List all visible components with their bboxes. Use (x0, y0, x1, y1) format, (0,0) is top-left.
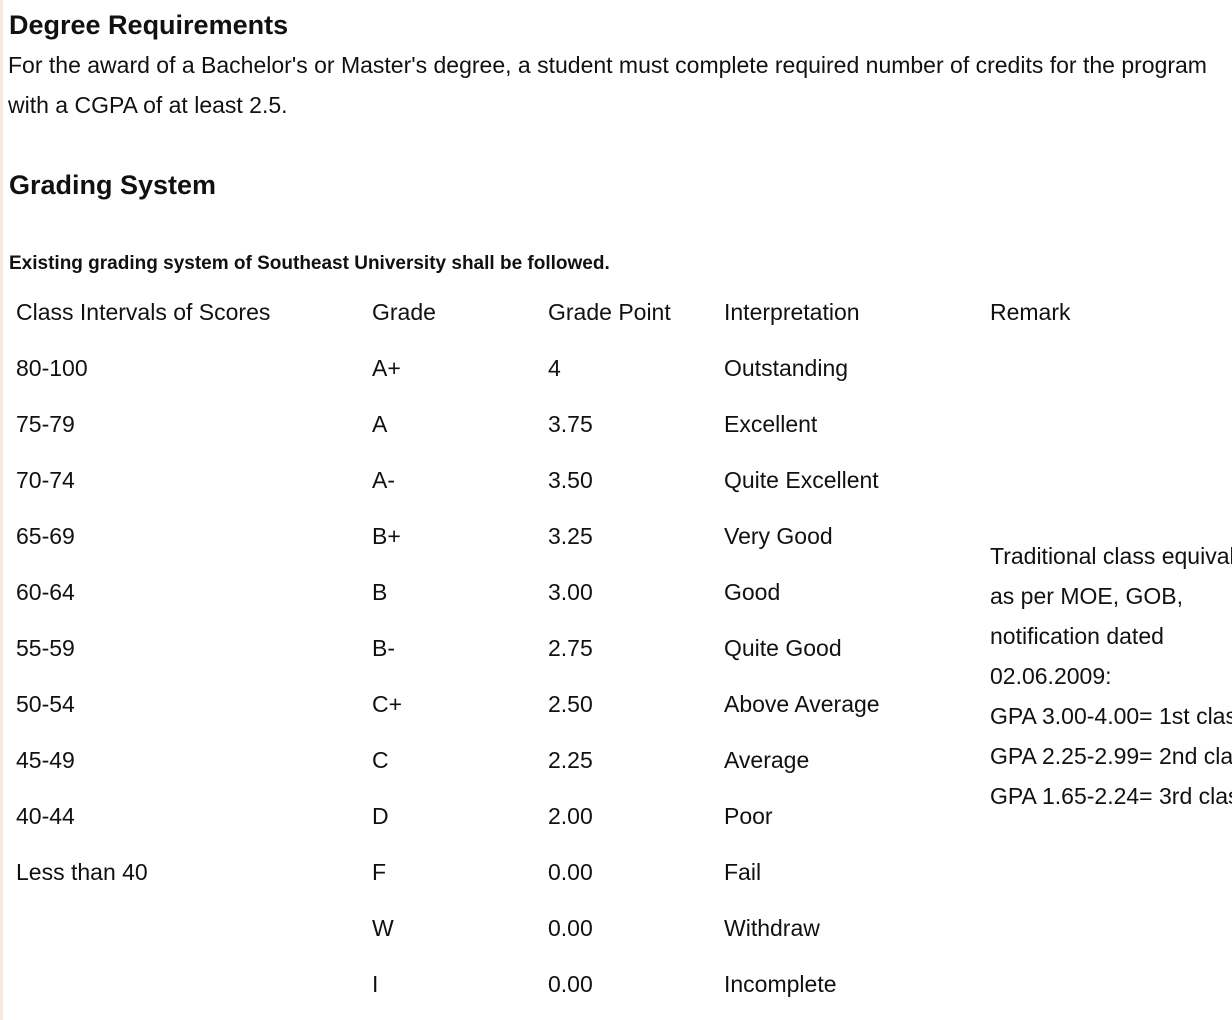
score-interval-cell: 75-79 (16, 411, 75, 437)
remark-cell: Traditional class equivalence as per MOE,… (990, 536, 1232, 816)
grade-cell: A (372, 411, 388, 437)
grade-point-cell: 3.25 (548, 523, 593, 549)
grade-point-cell: 0.00 (548, 859, 593, 885)
remark-line: notification dated (990, 623, 1164, 649)
grade-point-cell: 2.75 (548, 635, 593, 661)
grade-cell: C+ (372, 691, 403, 717)
interpretation-cell: Quite Excellent (724, 467, 879, 493)
grade-cell: F (372, 859, 387, 885)
remark-line: GPA 3.00-4.00= 1st class (990, 703, 1232, 729)
remark-line: Traditional class equivalence (990, 543, 1232, 569)
grade-point-cell: 0.00 (548, 915, 593, 941)
score-interval-cell: 60-64 (16, 579, 75, 605)
interpretation-cell: Above Average (724, 691, 880, 717)
score-interval-cell: 70-74 (16, 467, 75, 493)
grade-cell: I (372, 971, 379, 997)
interpretation-cell: Incomplete (724, 971, 837, 997)
grade-cell: B- (372, 635, 395, 661)
col-header-interpretation: Interpretation (724, 299, 860, 325)
grade-point-cell: 2.50 (548, 691, 593, 717)
grade-point-cell: 3.50 (548, 467, 593, 493)
col-header-interval: Class Intervals of Scores (16, 299, 271, 325)
score-interval-cell: 65-69 (16, 523, 75, 549)
remark-line: 02.06.2009: (990, 663, 1112, 689)
grade-point-cell: 2.00 (548, 803, 593, 829)
grading-table: Class Intervals of Scores Grade Grade Poin… (0, 0, 1232, 1020)
grade-cell: B+ (372, 523, 401, 549)
grade-cell: A+ (372, 355, 401, 381)
interpretation-cell: Average (724, 747, 810, 773)
score-interval-cell: 40-44 (16, 803, 75, 829)
grade-cell: D (372, 803, 389, 829)
col-header-grade-point: Grade Point (548, 299, 671, 325)
grade-cell: B (372, 579, 388, 605)
grade-point-cell: 0.00 (548, 971, 593, 997)
grade-point-cell: 4 (548, 355, 561, 381)
interpretation-cell: Quite Good (724, 635, 842, 661)
grade-cell: A- (372, 467, 395, 493)
remark-line: as per MOE, GOB, (990, 583, 1183, 609)
col-header-remark: Remark (990, 299, 1071, 325)
grade-point-cell: 3.00 (548, 579, 593, 605)
remark-line: GPA 2.25-2.99= 2nd class (990, 743, 1232, 769)
interpretation-cell: Withdraw (724, 915, 820, 941)
score-interval-cell: 45-49 (16, 747, 75, 773)
interpretation-cell: Good (724, 579, 781, 605)
interpretation-cell: Outstanding (724, 355, 849, 381)
grade-cell: C (372, 747, 389, 773)
interpretation-cell: Excellent (724, 411, 818, 437)
remark-line: GPA 1.65-2.24= 3rd class (990, 783, 1232, 809)
score-interval-cell: Less than 40 (16, 859, 148, 885)
col-header-grade: Grade (372, 299, 436, 325)
score-interval-cell: 80-100 (16, 355, 88, 381)
interpretation-cell: Fail (724, 859, 762, 885)
grade-point-cell: 2.25 (548, 747, 593, 773)
interpretation-cell: Very Good (724, 523, 833, 549)
grade-cell: W (372, 915, 394, 941)
interpretation-cell: Poor (724, 803, 773, 829)
grade-point-cell: 3.75 (548, 411, 593, 437)
score-interval-cell: 55-59 (16, 635, 75, 661)
score-interval-cell: 50-54 (16, 691, 75, 717)
